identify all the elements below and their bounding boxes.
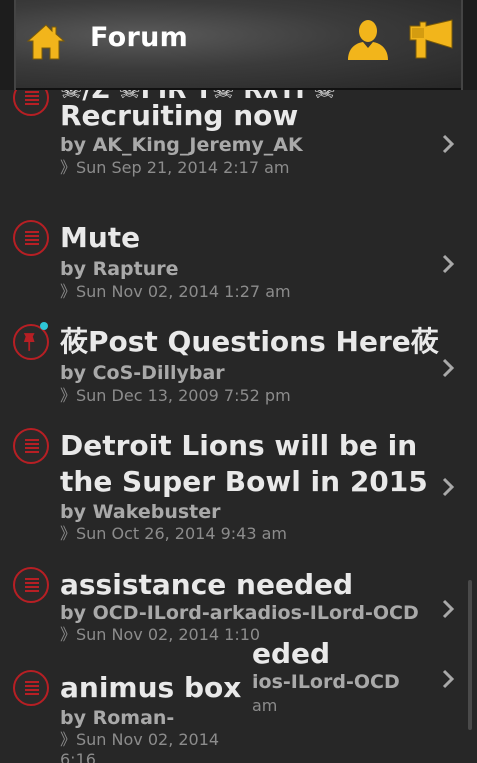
topic-date: 》Sun Nov 02, 2014 6:16	[60, 730, 250, 763]
topic-date: 》Sun Nov 02, 2014 1:10	[60, 625, 261, 645]
topic-date: 》Sun Nov 02, 2014 1:27 am	[60, 282, 291, 301]
topic-title: assistance needed	[60, 568, 354, 601]
doc-lines-icon	[25, 231, 39, 245]
topic-title: 莜Post Questions Here莜	[60, 325, 439, 358]
chevron-right-icon	[442, 358, 455, 378]
doc-lines-icon	[25, 681, 39, 695]
topic-title: Detroit Lions will be in the Super Bowl …	[60, 429, 428, 498]
page-title: Forum	[90, 22, 189, 53]
topic-date: 》Sun Dec 13, 2009 7:52 pm	[60, 386, 291, 405]
topic-author: by OCD-ILord-arkadios-ILord-OCD	[60, 602, 419, 624]
list-item[interactable]: ☠/Z ☠FIR T☠ RλTI ☠ Recruiting now by AK_…	[0, 90, 477, 196]
list-item[interactable]: Detroit Lions will be in the Super Bowl …	[0, 428, 477, 554]
horn-icon[interactable]	[406, 18, 456, 62]
topic-title: animus box	[60, 670, 250, 706]
topic-date: 》Sun Oct 26, 2014 9:43 am	[60, 524, 288, 543]
list-item[interactable]: Mute by Rapture 》Sun Nov 02, 2014 1:27 a…	[0, 220, 477, 310]
doc-lines-icon	[25, 439, 39, 453]
topic-author: by CoS-Dillybar	[60, 362, 225, 384]
topic-author: by Wakebuster	[60, 501, 221, 523]
topic-icon	[13, 567, 49, 603]
list-item[interactable]: animus box by Roman-centurian 》Sun Nov 0…	[0, 670, 477, 763]
topic-icon	[13, 428, 49, 464]
topic-list: ☠/Z ☠FIR T☠ RλTI ☠ Recruiting now by AK_…	[0, 90, 477, 763]
topic-date: 》Sun Sep 21, 2014 2:17 am	[60, 158, 290, 177]
doc-lines-icon	[25, 91, 39, 105]
topic-icon	[13, 90, 49, 116]
header-frame-right	[461, 0, 477, 90]
list-item[interactable]: 莜Post Questions Here莜 by CoS-Dillybar 》S…	[0, 322, 477, 414]
chevron-right-icon	[442, 477, 455, 497]
chevron-right-icon	[442, 599, 455, 619]
topic-icon	[13, 220, 49, 256]
chevron-right-icon	[442, 254, 455, 274]
topic-icon	[13, 670, 49, 706]
topic-author: by Rapture	[60, 258, 179, 280]
unread-indicator	[40, 322, 48, 330]
chevron-right-icon	[442, 134, 455, 154]
pin-icon	[23, 333, 35, 351]
home-icon[interactable]	[26, 22, 66, 62]
topic-title: Mute	[60, 221, 141, 254]
topic-title-line2: Recruiting now	[60, 99, 299, 132]
list-item[interactable]: assistance needed by OCD-ILord-arkadios-…	[0, 567, 477, 657]
user-icon[interactable]	[344, 18, 392, 62]
doc-lines-icon	[25, 578, 39, 592]
header-frame-left	[0, 0, 16, 90]
topic-author: by AK_King_Jeremy_AK	[60, 134, 303, 156]
app-header: Forum	[0, 0, 477, 90]
scrollbar[interactable]	[468, 580, 472, 730]
